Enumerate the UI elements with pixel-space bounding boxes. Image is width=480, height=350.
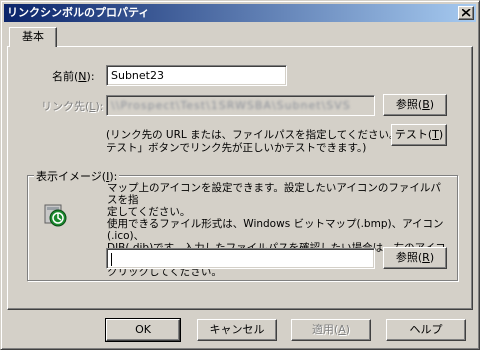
desc-line: 定してください。 xyxy=(107,206,191,218)
desc-line: マップ上のアイコンを設定できます。設定したいアイコンのファイルパスを指 xyxy=(107,182,441,206)
link-hint-line2: テスト」ボタンでリンク先が正しいかテストできます。) xyxy=(106,142,367,154)
title-bar: リンクシンボルのプロパティ xyxy=(4,4,476,22)
link-symbol-icon[interactable] xyxy=(43,201,71,229)
apply-button[interactable]: 適用(A) xyxy=(291,319,371,341)
name-input[interactable]: Subnet23 xyxy=(106,65,287,86)
link-input[interactable]: \\Prospect\Test\1SRWSBA\Subnet\SVS xyxy=(106,95,375,116)
browse-image-button[interactable]: 参照(R) xyxy=(383,247,447,269)
text-caret xyxy=(111,252,112,266)
window-title: リンクシンボルのプロパティ xyxy=(7,6,150,19)
browse-link-button[interactable]: 参照(B) xyxy=(383,94,447,116)
test-button[interactable]: テスト(T) xyxy=(391,124,447,146)
desc-line: 使用できるファイル形式は、Windows ビットマップ(.bmp)、アイコン(.… xyxy=(107,218,444,242)
properties-dialog: リンクシンボルのプロパティ 基本 名前(N): Subnet23 リンク先(L)… xyxy=(0,0,480,350)
help-button[interactable]: ヘルプ xyxy=(386,319,466,341)
tab-basic[interactable]: 基本 xyxy=(9,27,57,47)
close-icon xyxy=(462,9,471,17)
ok-button[interactable]: OK xyxy=(105,318,181,342)
image-path-input[interactable] xyxy=(106,248,375,269)
cancel-button[interactable]: キャンセル xyxy=(197,319,277,341)
link-input-value: \\Prospect\Test\1SRWSBA\Subnet\SVS xyxy=(111,99,351,112)
name-label: 名前(N): xyxy=(52,70,95,83)
close-button[interactable] xyxy=(458,6,474,20)
name-input-value: Subnet23 xyxy=(111,69,164,82)
link-label: リンク先(L): xyxy=(41,100,104,113)
tab-basic-label: 基本 xyxy=(22,30,44,43)
